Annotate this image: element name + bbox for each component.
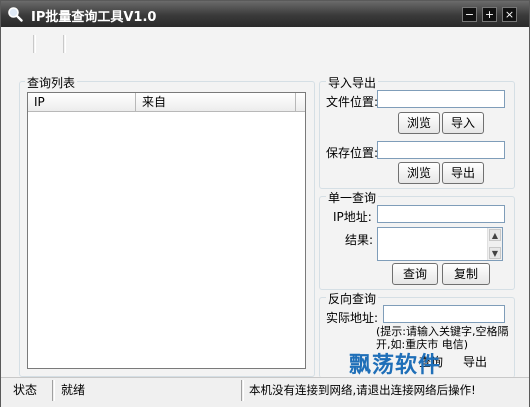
toolbar-separator [33, 35, 36, 53]
scroll-up-icon[interactable]: ▲ [489, 229, 501, 241]
column-header-source[interactable]: 来自 [136, 93, 296, 111]
export-button[interactable]: 导出 [442, 162, 484, 184]
import-button[interactable]: 导入 [442, 112, 484, 134]
column-header-ip[interactable]: IP [28, 93, 136, 111]
file-location-label: 文件位置: [326, 95, 379, 109]
actual-address-input[interactable] [383, 305, 505, 323]
single-query-legend: 单一查询 [326, 189, 379, 206]
toolbar-separator [63, 35, 66, 53]
copy-button[interactable]: 复制 [442, 263, 490, 285]
minimize-button[interactable]: − [462, 7, 477, 22]
watermark-text: 飘荡软件 [349, 352, 442, 378]
result-label: 结果: [345, 233, 374, 247]
reverse-query-legend: 反向查询 [326, 290, 379, 307]
toolbar [5, 29, 525, 59]
single-query-button[interactable]: 查询 [392, 263, 438, 285]
save-location-input[interactable] [377, 141, 505, 159]
actual-address-label: 实际地址: [326, 311, 379, 325]
scroll-down-icon[interactable]: ▼ [489, 247, 501, 259]
listview-header: IP 来自 [28, 93, 305, 112]
status-caption: 状态 [13, 383, 38, 397]
query-list-legend: 查询列表 [25, 74, 78, 91]
status-divider [241, 380, 244, 401]
browse-file-button[interactable]: 浏览 [398, 112, 440, 134]
ip-address-input[interactable] [377, 205, 505, 223]
close-button[interactable]: × [502, 7, 517, 22]
status-message: 本机没有连接到网络,请退出连接网络后操作! [249, 383, 476, 397]
file-location-input[interactable] [377, 90, 505, 108]
result-scrollbar[interactable]: ▲ ▼ [487, 228, 502, 260]
window-title: IP批量查询工具V1.0 [31, 10, 157, 25]
status-bar: 状态 就绪 本机没有连接到网络,请退出连接网络后操作! [1, 377, 529, 407]
save-location-label: 保存位置: [326, 146, 379, 160]
app-window: IP批量查询工具V1.0 − + × 查询列表 IP 来自 导入导出 文件位置:… [0, 0, 530, 407]
browse-save-button[interactable]: 浏览 [398, 162, 440, 184]
result-textarea[interactable]: ▲ ▼ [377, 227, 503, 261]
import-export-legend: 导入导出 [326, 74, 379, 91]
magnifier-icon [8, 7, 23, 22]
maximize-button[interactable]: + [482, 7, 497, 22]
ip-address-label: IP地址: [333, 210, 372, 224]
results-listview[interactable]: IP 来自 [27, 92, 306, 369]
status-divider [52, 380, 55, 401]
reverse-export-button[interactable]: 导出 [454, 351, 496, 373]
status-value: 就绪 [61, 383, 86, 397]
title-bar[interactable]: IP批量查询工具V1.0 − + × [1, 1, 529, 27]
